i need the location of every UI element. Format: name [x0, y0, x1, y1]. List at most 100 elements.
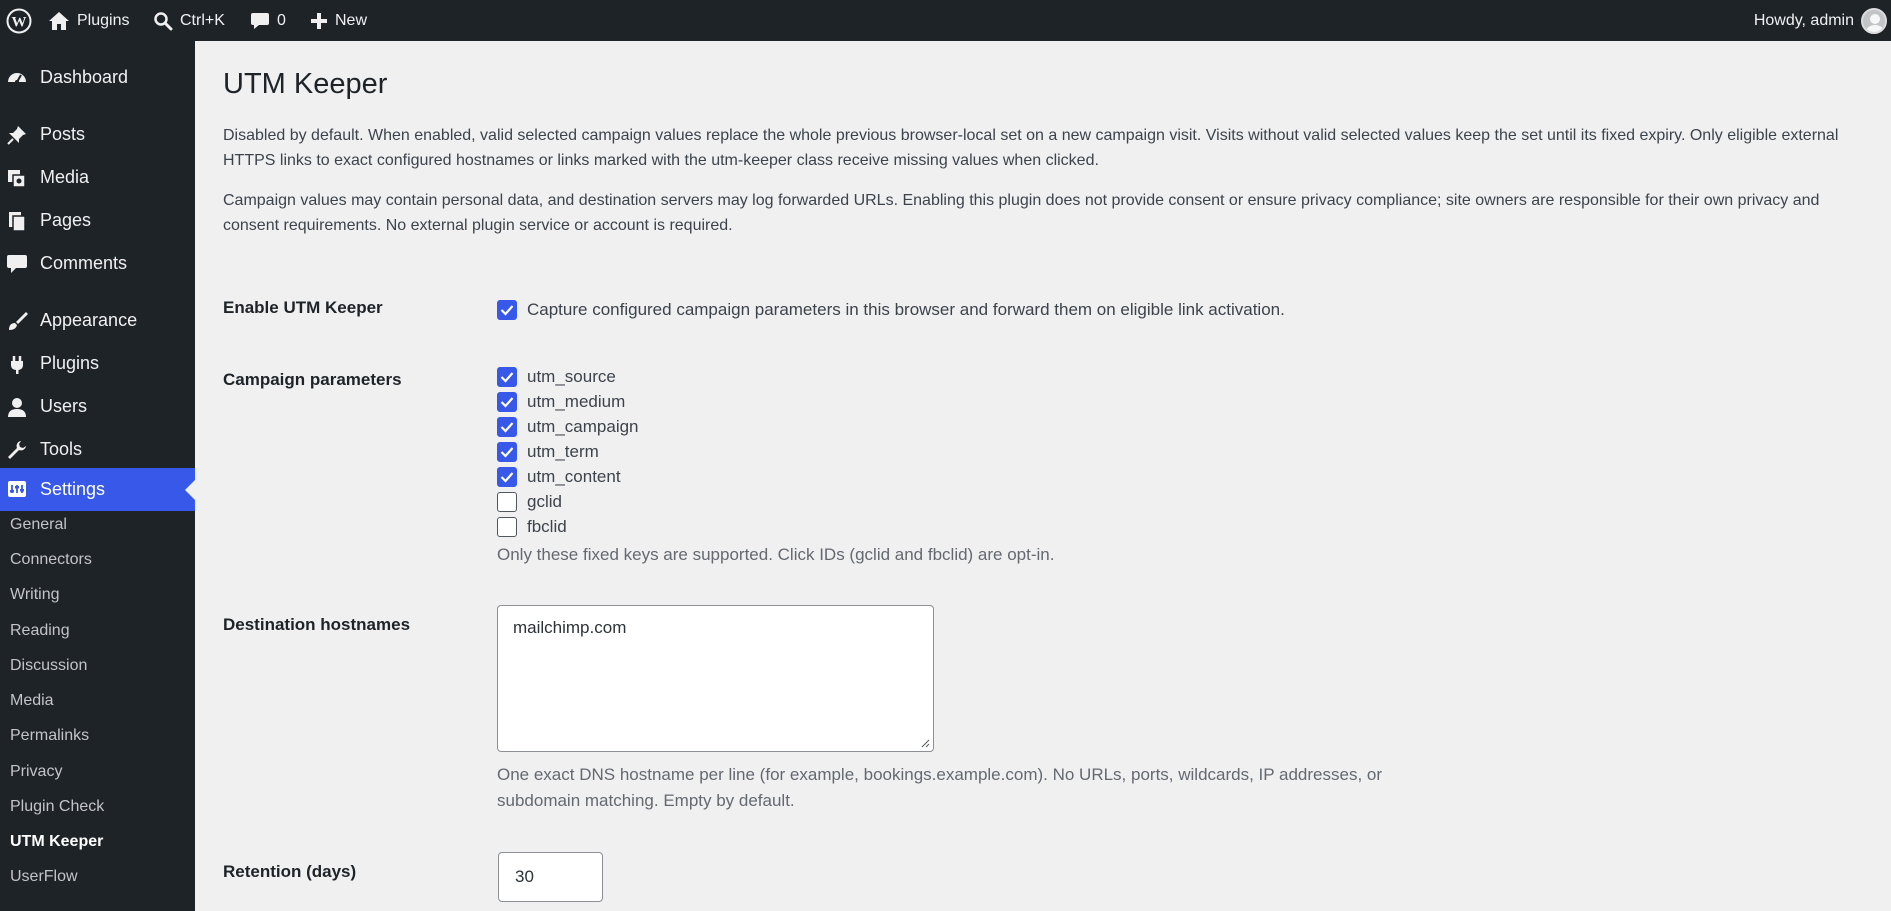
submenu-item-media[interactable]: Media	[10, 686, 54, 716]
retention-label: Retention (days)	[223, 862, 357, 881]
fbclid-checkbox[interactable]	[497, 516, 517, 537]
site-name: Plugins	[77, 11, 130, 29]
submenu-item-reading[interactable]: Reading	[10, 616, 70, 646]
retention-days-input[interactable]: 30	[498, 852, 603, 902]
checkmark-icon	[500, 446, 514, 458]
param-utm-source[interactable]: utm_source	[497, 364, 616, 389]
dashboard-icon	[6, 67, 28, 89]
sidebar-item-tools[interactable]: Tools	[0, 429, 195, 469]
site-home-link[interactable]: Plugins	[48, 0, 129, 41]
admin-sidebar: Dashboard Posts Media Pages Comments App…	[0, 41, 195, 911]
howdy-text: Howdy, admin	[1753, 11, 1854, 29]
sidebar-item-label: Dashboard	[40, 66, 129, 87]
utm-content-checkbox[interactable]	[497, 466, 517, 487]
param-label: utm_medium	[527, 391, 626, 411]
checkmark-icon	[500, 304, 514, 316]
param-utm-medium[interactable]: utm_medium	[497, 389, 625, 414]
enable-checkbox-row[interactable]: Capture configured campaign parameters i…	[497, 297, 1285, 322]
new-content-button[interactable]: New	[310, 0, 367, 41]
command-search-button[interactable]: Ctrl+K	[153, 0, 225, 41]
param-label: fbclid	[527, 516, 567, 536]
sidebar-item-label: Appearance	[40, 309, 138, 330]
param-label: utm_campaign	[527, 416, 639, 436]
comment-bubble-icon	[251, 12, 269, 29]
comments-icon	[6, 253, 28, 275]
plug-icon	[6, 353, 28, 375]
sidebar-item-label: Media	[40, 166, 90, 187]
param-gclid[interactable]: gclid	[497, 489, 562, 514]
submenu-item-permalinks[interactable]: Permalinks	[10, 721, 89, 751]
utm-campaign-checkbox[interactable]	[497, 416, 517, 437]
params-help-text: Only these fixed keys are supported. Cli…	[497, 545, 1055, 564]
wrench-icon	[6, 439, 28, 461]
enable-label: Enable UTM Keeper	[223, 298, 383, 317]
submenu-item-privacy[interactable]: Privacy	[10, 757, 62, 787]
submenu-item-connectors[interactable]: Connectors	[10, 545, 92, 575]
user-icon	[6, 396, 28, 418]
wordpress-logo-button[interactable]: W	[4, 0, 34, 41]
brush-icon	[6, 310, 28, 332]
destination-hostnames-textarea[interactable]: mailchimp.com	[497, 605, 934, 752]
campaign-parameters-label: Campaign parameters	[223, 370, 402, 389]
utm-term-checkbox[interactable]	[497, 441, 517, 462]
sidebar-item-media[interactable]: Media	[0, 157, 195, 197]
param-label: utm_content	[527, 466, 621, 486]
comments-link[interactable]: 0	[250, 0, 286, 41]
sidebar-item-label: Pages	[40, 209, 92, 230]
sidebar-item-users[interactable]: Users	[0, 386, 195, 426]
pushpin-icon	[6, 124, 28, 146]
hostnames-value: mailchimp.com	[513, 618, 627, 637]
sidebar-item-comments[interactable]: Comments	[0, 243, 195, 283]
wordpress-logo-icon: W	[6, 8, 32, 33]
sidebar-item-plugins[interactable]: Plugins	[0, 343, 195, 383]
sidebar-item-pages[interactable]: Pages	[0, 200, 195, 240]
submenu-item-general[interactable]: General	[10, 510, 67, 540]
submenu-item-plugin-check[interactable]: Plugin Check	[10, 792, 104, 822]
admin-bar: W Plugins Ctrl+K 0 New Howdy, admin	[0, 0, 1891, 41]
sidebar-item-dashboard[interactable]: Dashboard	[0, 57, 195, 97]
submenu-item-userflow[interactable]: UserFlow	[10, 862, 78, 892]
new-label: New	[335, 11, 368, 29]
sidebar-item-settings[interactable]: Settings	[0, 468, 195, 511]
param-label: utm_source	[527, 366, 616, 386]
sidebar-item-label: Posts	[40, 123, 86, 144]
my-account-menu[interactable]: Howdy, admin	[1754, 0, 1887, 41]
checkmark-icon	[500, 371, 514, 383]
search-shortcut: Ctrl+K	[180, 11, 225, 29]
submenu-item-writing[interactable]: Writing	[10, 580, 60, 610]
sidebar-item-posts[interactable]: Posts	[0, 114, 195, 154]
page-title: UTM Keeper	[223, 68, 388, 100]
search-icon	[154, 11, 173, 30]
param-utm-term[interactable]: utm_term	[497, 439, 599, 464]
checkmark-icon	[500, 396, 514, 408]
checkmark-icon	[500, 421, 514, 433]
param-utm-campaign[interactable]: utm_campaign	[497, 414, 639, 439]
param-utm-content[interactable]: utm_content	[497, 464, 621, 489]
enable-checkbox-label: Capture configured campaign parameters i…	[527, 299, 1285, 319]
resize-handle-icon[interactable]	[920, 738, 930, 748]
privacy-notice: Campaign values may contain personal dat…	[223, 192, 1820, 234]
hostnames-help-text: One exact DNS hostname per line (for exa…	[497, 765, 1383, 810]
sidebar-item-appearance[interactable]: Appearance	[0, 300, 195, 340]
param-fbclid[interactable]: fbclid	[497, 514, 567, 539]
utm-source-checkbox[interactable]	[497, 366, 517, 387]
checkmark-icon	[500, 471, 514, 483]
submenu-item-discussion[interactable]: Discussion	[10, 651, 87, 681]
sidebar-item-label: Plugins	[40, 352, 100, 373]
sidebar-item-label: Tools	[40, 438, 83, 459]
param-label: utm_term	[527, 441, 599, 461]
home-icon	[49, 11, 69, 30]
sidebar-item-label: Comments	[40, 252, 128, 273]
utm-medium-checkbox[interactable]	[497, 391, 517, 412]
settings-icon	[6, 478, 28, 500]
param-label: gclid	[527, 491, 562, 511]
svg-text:W: W	[12, 14, 27, 30]
comments-count: 0	[277, 11, 286, 29]
avatar	[1861, 7, 1887, 34]
submenu-item-utm-keeper[interactable]: UTM Keeper	[10, 827, 103, 857]
pages-icon	[6, 210, 28, 232]
gclid-checkbox[interactable]	[497, 491, 517, 512]
media-icon	[6, 167, 28, 189]
enable-checkbox[interactable]	[497, 299, 517, 320]
destination-hostnames-label: Destination hostnames	[223, 615, 411, 634]
